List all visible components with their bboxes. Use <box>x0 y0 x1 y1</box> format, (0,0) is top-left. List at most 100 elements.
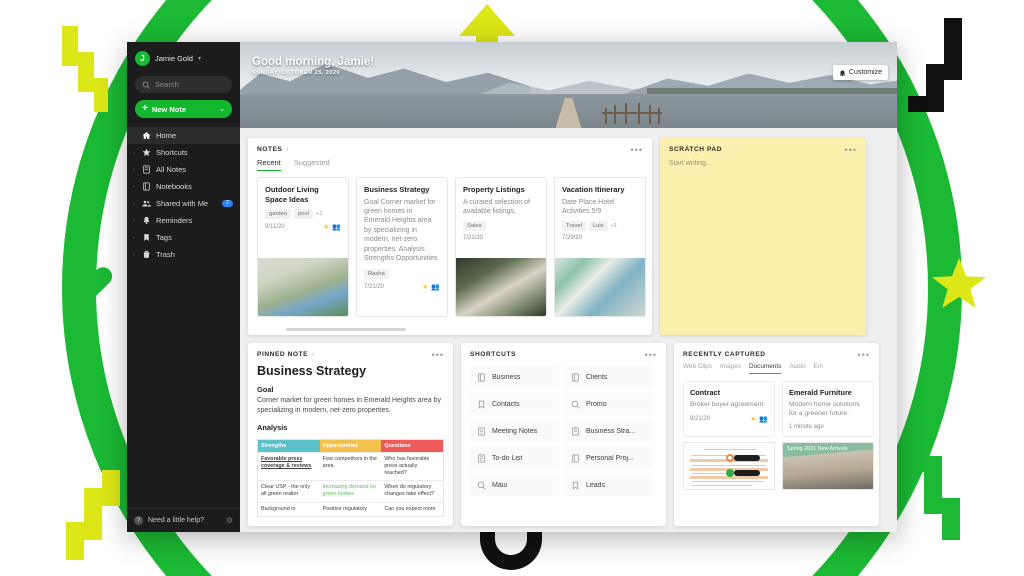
sidebar-item-shortcuts[interactable]: › Shortcuts <box>127 144 240 161</box>
new-note-button[interactable]: + New Note ⌄ <box>135 100 232 118</box>
panel-title: SHORTCUTS <box>470 351 516 358</box>
tag-chip[interactable]: pool <box>294 209 314 220</box>
shortcut-label: Promo <box>586 400 607 408</box>
furniture-photo-thumbnail[interactable]: Spring 2021 New Arrivals <box>782 442 874 491</box>
shortcut-personal-projects[interactable]: Personal Proj... <box>564 447 653 469</box>
shortcut-label: Maui <box>492 481 508 489</box>
expand-arrow-icon[interactable]: › <box>133 150 137 156</box>
overflow-menu-icon[interactable]: ••• <box>432 350 444 359</box>
table-header-row: Strengths Opportunities Questions <box>258 439 443 453</box>
share-icon: 👥 <box>431 283 440 291</box>
tag-chip[interactable]: Travel <box>562 221 586 232</box>
bell-icon <box>142 216 151 225</box>
customize-label: Customize <box>848 69 882 76</box>
panel-title: NOTES <box>257 146 283 153</box>
shortcut-meeting-notes[interactable]: Meeting Notes <box>470 420 559 442</box>
shortcut-contacts[interactable]: Contacts <box>470 393 559 415</box>
note-status-icons: ★ 👥 <box>422 283 440 291</box>
board-row-bottom: PINNED NOTE › ••• Business Strategy Goal… <box>248 343 889 526</box>
shortcut-business[interactable]: Business <box>470 366 559 388</box>
table-cell: Who has favorable press actually reached… <box>381 451 443 481</box>
shortcut-label: Meeting Notes <box>492 427 538 435</box>
tab-images[interactable]: Images <box>720 363 741 374</box>
tag-chip[interactable]: Sales <box>463 221 486 232</box>
sidebar-item-shared-with-me[interactable]: › Shared with Me 2 <box>127 195 240 212</box>
star-icon: ★ <box>750 416 757 424</box>
captured-item-date: 1 minute ago <box>789 424 824 431</box>
captured-item[interactable]: Contract Broker buyer agreement 9/21/20 … <box>683 381 775 438</box>
help-bar[interactable]: ? Need a little help? ⚙ <box>127 508 240 532</box>
table-row: Clear USP - the only all green realtor I… <box>258 480 443 502</box>
sidebar-item-all-notes[interactable]: › All Notes <box>127 161 240 178</box>
tag-chip[interactable]: garden <box>265 209 292 220</box>
tab-documents[interactable]: Documents <box>748 363 782 374</box>
sidebar-item-label: Reminders <box>156 216 193 225</box>
sidebar-item-label: All Notes <box>156 165 187 174</box>
note-meta: 7/21/20 <box>456 231 546 246</box>
shortcut-label: Personal Proj... <box>586 454 634 462</box>
document-scan-thumbnail[interactable] <box>683 442 775 491</box>
tag-chip[interactable]: Rasha <box>364 268 389 279</box>
overflow-menu-icon[interactable]: ••• <box>845 145 857 154</box>
shortcut-clients[interactable]: Clients <box>564 366 653 388</box>
tab-suggested[interactable]: Suggested <box>294 158 330 171</box>
note-card[interactable]: Business Strategy Goal Corner market for… <box>356 177 448 317</box>
chevron-right-icon[interactable]: › <box>312 352 314 358</box>
note-thumbnail <box>258 258 348 316</box>
shortcuts-grid: Business Clients Contacts Promo Meeting … <box>461 358 666 496</box>
pinned-note-title[interactable]: Business Strategy <box>248 358 453 378</box>
sidebar-nav: Home › Shortcuts › All Notes › Notebooks… <box>127 127 240 263</box>
shortcut-leads[interactable]: Leads <box>564 474 653 496</box>
overflow-menu-icon[interactable]: ••• <box>858 350 870 359</box>
shortcut-promo[interactable]: Promo <box>564 393 653 415</box>
star-icon <box>142 148 151 157</box>
overflow-menu-icon[interactable]: ••• <box>631 145 643 154</box>
note-card[interactable]: Property Listings A curated selection of… <box>455 177 547 317</box>
expand-arrow-icon[interactable]: › <box>133 201 137 207</box>
expand-arrow-icon[interactable]: › <box>133 235 137 241</box>
expand-arrow-icon[interactable]: › <box>133 167 137 173</box>
captured-item-meta: 1 minute ago <box>783 418 873 436</box>
note-title: Property Listings <box>463 185 525 194</box>
tab-emails[interactable]: Em <box>814 363 824 374</box>
tab-recent[interactable]: Recent <box>257 158 281 171</box>
customize-button[interactable]: Customize <box>832 65 888 80</box>
notes-card-strip[interactable]: Outdoor Living Space Ideas garden pool +… <box>248 171 652 317</box>
tab-web-clips[interactable]: Web Clips <box>683 363 712 374</box>
scratch-pad-panel[interactable]: SCRATCH PAD ••• Start writing... <box>660 138 866 335</box>
sidebar-item-reminders[interactable]: › Reminders <box>127 212 240 229</box>
scratch-pad-input[interactable]: Start writing... <box>660 153 866 167</box>
shortcut-maui[interactable]: Maui <box>470 474 559 496</box>
expand-arrow-icon[interactable]: › <box>133 252 137 258</box>
gear-icon[interactable]: ⚙ <box>226 516 233 525</box>
sidebar-item-trash[interactable]: › Trash <box>127 246 240 263</box>
note-tags: garden pool +1 <box>258 204 348 220</box>
search-icon <box>477 481 486 489</box>
shortcut-business-strategy[interactable]: Business Stra... <box>564 420 653 442</box>
expand-arrow-icon[interactable]: › <box>133 184 137 190</box>
note-thumbnail <box>555 258 645 316</box>
current-date: SUNDAY, OCTOBER 25, 2020 <box>252 70 340 76</box>
expand-arrow-icon[interactable]: › <box>133 218 137 224</box>
table-cell: Positive regulatory <box>319 501 382 516</box>
notes-tabs: Recent Suggested <box>248 153 652 171</box>
shortcuts-header: SHORTCUTS ••• <box>461 343 666 359</box>
captured-item-snippet: Modern home solutions for a greener futu… <box>789 401 860 418</box>
tag-chip[interactable]: Luis <box>588 221 608 232</box>
home-icon <box>142 131 151 140</box>
overflow-menu-icon[interactable]: ••• <box>645 350 657 359</box>
chevron-right-icon[interactable]: › <box>286 147 288 153</box>
horizontal-scrollbar[interactable] <box>286 328 406 331</box>
sidebar-item-notebooks[interactable]: › Notebooks <box>127 178 240 195</box>
note-card[interactable]: Vacation Itinerary Date Place Hotel Acti… <box>554 177 646 317</box>
account-switcher[interactable]: J Jamie Gold ▾ <box>127 42 240 74</box>
shortcut-to-do-list[interactable]: To-do List <box>470 447 559 469</box>
tag-overflow-count: +1 <box>316 211 323 218</box>
tab-audio[interactable]: Audio <box>789 363 805 374</box>
sidebar-item-home[interactable]: Home <box>127 127 240 144</box>
note-card[interactable]: Outdoor Living Space Ideas garden pool +… <box>257 177 349 317</box>
help-label: Need a little help? <box>148 517 205 524</box>
search-input[interactable]: Search <box>135 76 232 93</box>
sidebar-item-tags[interactable]: › Tags <box>127 229 240 246</box>
captured-item[interactable]: Emerald Furniture Modern home solutions … <box>782 381 874 438</box>
